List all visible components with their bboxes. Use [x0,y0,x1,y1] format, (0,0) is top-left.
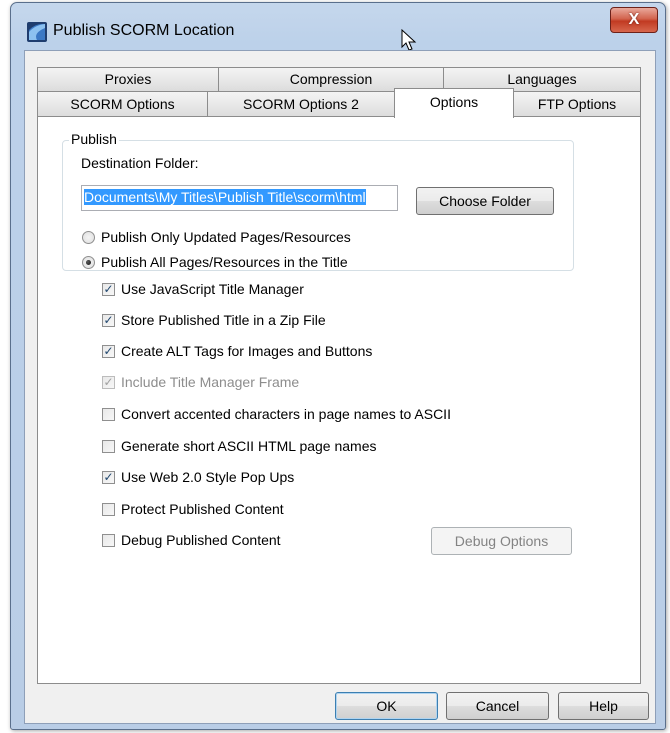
checkbox-indicator[interactable] [102,439,115,453]
checkbox-label: Convert accented characters in page name… [121,406,451,422]
checkbox-protect-published-content[interactable]: Protect Published Content [102,500,284,518]
destination-folder-input[interactable]: Documents\My Titles\Publish Title\scorm\… [81,185,398,211]
checkbox-store-zip[interactable]: ✓ Store Published Title in a Zip File [102,311,326,329]
destination-folder-value: Documents\My Titles\Publish Title\scorm\… [84,189,366,205]
options-tab-panel: Publish Destination Folder: Documents\My… [37,116,641,684]
checkbox-label: Use Web 2.0 Style Pop Ups [121,469,295,485]
checkbox-indicator[interactable]: ✓ [102,470,115,484]
checkbox-label: Debug Published Content [121,532,281,548]
checkbox-create-alt-tags[interactable]: ✓ Create ALT Tags for Images and Buttons [102,342,372,360]
checkbox-web20-popups[interactable]: ✓ Use Web 2.0 Style Pop Ups [102,468,294,486]
tab-proxies[interactable]: Proxies [37,67,219,91]
checkbox-include-title-manager-frame: ✓ Include Title Manager Frame [102,373,299,391]
tab-ftp-options[interactable]: FTP Options [513,91,641,117]
publish-scorm-dialog: Publish SCORM Location X Proxies Compres… [10,2,666,730]
checkbox-debug-published-content[interactable]: Debug Published Content [102,531,281,549]
checkbox-indicator[interactable] [102,502,115,516]
checkbox-label: Generate short ASCII HTML page names [121,438,377,454]
checkbox-label: Protect Published Content [121,501,284,517]
radio-publish-updated-only[interactable]: Publish Only Updated Pages/Resources [82,228,351,246]
dialog-client-area: Proxies Compression Languages SCORM Opti… [24,50,656,724]
radio-label: Publish All Pages/Resources in the Title [101,254,348,270]
checkbox-label: Store Published Title in a Zip File [121,312,326,328]
help-button[interactable]: Help [558,692,649,720]
checkbox-indicator[interactable]: ✓ [102,313,115,327]
cancel-button[interactable]: Cancel [446,692,549,720]
checkbox-indicator[interactable] [102,407,115,421]
app-icon [27,22,47,42]
checkbox-use-javascript-title-manager[interactable]: ✓ Use JavaScript Title Manager [102,280,304,298]
tab-scorm-options-2[interactable]: SCORM Options 2 [207,91,395,117]
tab-options[interactable]: Options [394,88,514,118]
ok-button[interactable]: OK [335,692,438,720]
radio-publish-all[interactable]: Publish All Pages/Resources in the Title [82,253,348,271]
close-button[interactable]: X [610,7,658,33]
checkbox-label: Include Title Manager Frame [121,374,300,390]
radio-label: Publish Only Updated Pages/Resources [101,229,351,245]
checkbox-convert-accented-characters[interactable]: Convert accented characters in page name… [102,405,451,423]
checkbox-generate-short-ascii-names[interactable]: Generate short ASCII HTML page names [102,437,377,455]
publish-groupbox: Publish Destination Folder: Documents\My… [62,131,574,271]
checkbox-indicator[interactable]: ✓ [102,344,115,358]
checkbox-label: Use JavaScript Title Manager [121,281,304,297]
window-title: Publish SCORM Location [53,22,235,39]
radio-indicator[interactable] [82,230,95,244]
publish-group-legend: Publish [69,131,119,147]
checkbox-label: Create ALT Tags for Images and Buttons [121,343,373,359]
checkbox-indicator[interactable] [102,533,115,547]
destination-folder-label: Destination Folder: [81,155,199,171]
choose-folder-button[interactable]: Choose Folder [416,187,554,215]
checkbox-indicator: ✓ [102,374,115,389]
checkbox-indicator[interactable]: ✓ [102,282,115,296]
debug-options-button: Debug Options [431,527,572,555]
tab-scorm-options[interactable]: SCORM Options [37,91,208,117]
radio-indicator[interactable] [82,255,95,269]
